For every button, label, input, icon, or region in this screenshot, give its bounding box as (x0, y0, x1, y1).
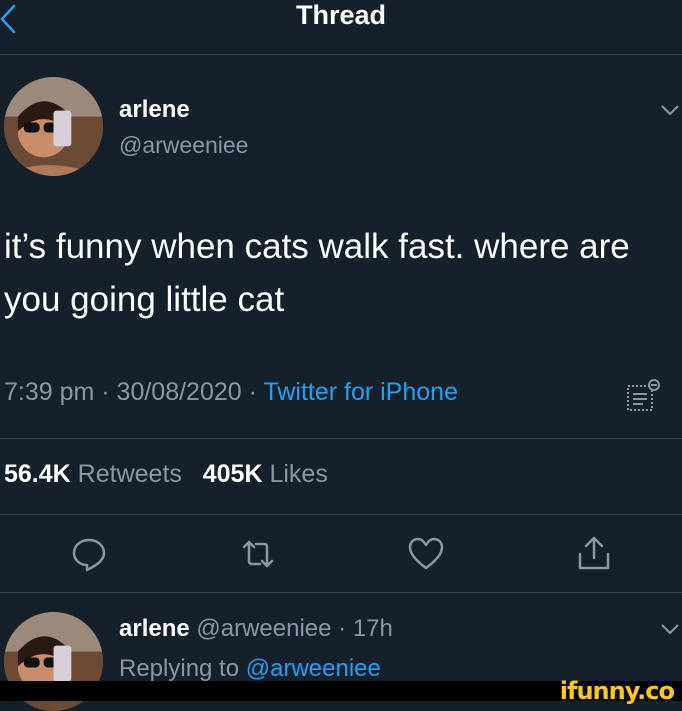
tweet-timestamp: 7:39 pm · 30/08/2020 · (4, 378, 264, 406)
retweets-label: Retweets (77, 460, 182, 488)
likes-label: Likes (269, 460, 328, 488)
heart-icon (408, 537, 444, 570)
retweets-stat[interactable]: 56.4K Retweets (4, 460, 182, 488)
reply-author-name[interactable]: arlene (119, 615, 190, 642)
retweet-button[interactable] (238, 534, 278, 574)
share-button[interactable] (574, 534, 614, 574)
retweet-icon (242, 540, 274, 568)
page-title: Thread (295, 0, 387, 30)
reply-author-line: arlene @arweeniee · 17h (119, 615, 393, 643)
tweet-text: it’s funny when cats walk fast. where ar… (4, 227, 630, 319)
top-bar: Thread (0, 0, 682, 55)
avatar[interactable] (4, 77, 103, 176)
divider (0, 438, 682, 439)
reply-button[interactable] (69, 534, 109, 574)
share-icon (578, 536, 610, 570)
likes-count: 405K (202, 460, 263, 488)
author-name[interactable]: arlene (119, 96, 190, 124)
comment-icon (72, 538, 106, 572)
tweet-stats: 56.4K Retweets 405K Likes (4, 460, 328, 489)
reply-author-handle-time[interactable]: @arweeniee · 17h (196, 615, 392, 642)
replying-to-handle[interactable]: @arweeniee (246, 655, 381, 682)
tweet-meta: 7:39 pm · 30/08/2020 · Twitter for iPhon… (4, 378, 458, 407)
divider (0, 514, 682, 515)
replying-to-label: Replying to (119, 655, 246, 682)
chevron-down-icon[interactable] (660, 622, 680, 635)
divider (0, 592, 682, 593)
retweets-count: 56.4K (4, 460, 71, 488)
replying-to-line: Replying to @arweeniee (119, 655, 381, 683)
analytics-icon[interactable] (626, 378, 662, 414)
likes-stat[interactable]: 405K Likes (203, 460, 328, 488)
tweet-source-link[interactable]: Twitter for iPhone (263, 378, 458, 406)
like-button[interactable] (406, 534, 446, 574)
chevron-down-icon[interactable] (660, 103, 680, 116)
watermark-bar: ifunny.co (0, 677, 682, 705)
author-handle[interactable]: @arweeniee (119, 132, 248, 159)
